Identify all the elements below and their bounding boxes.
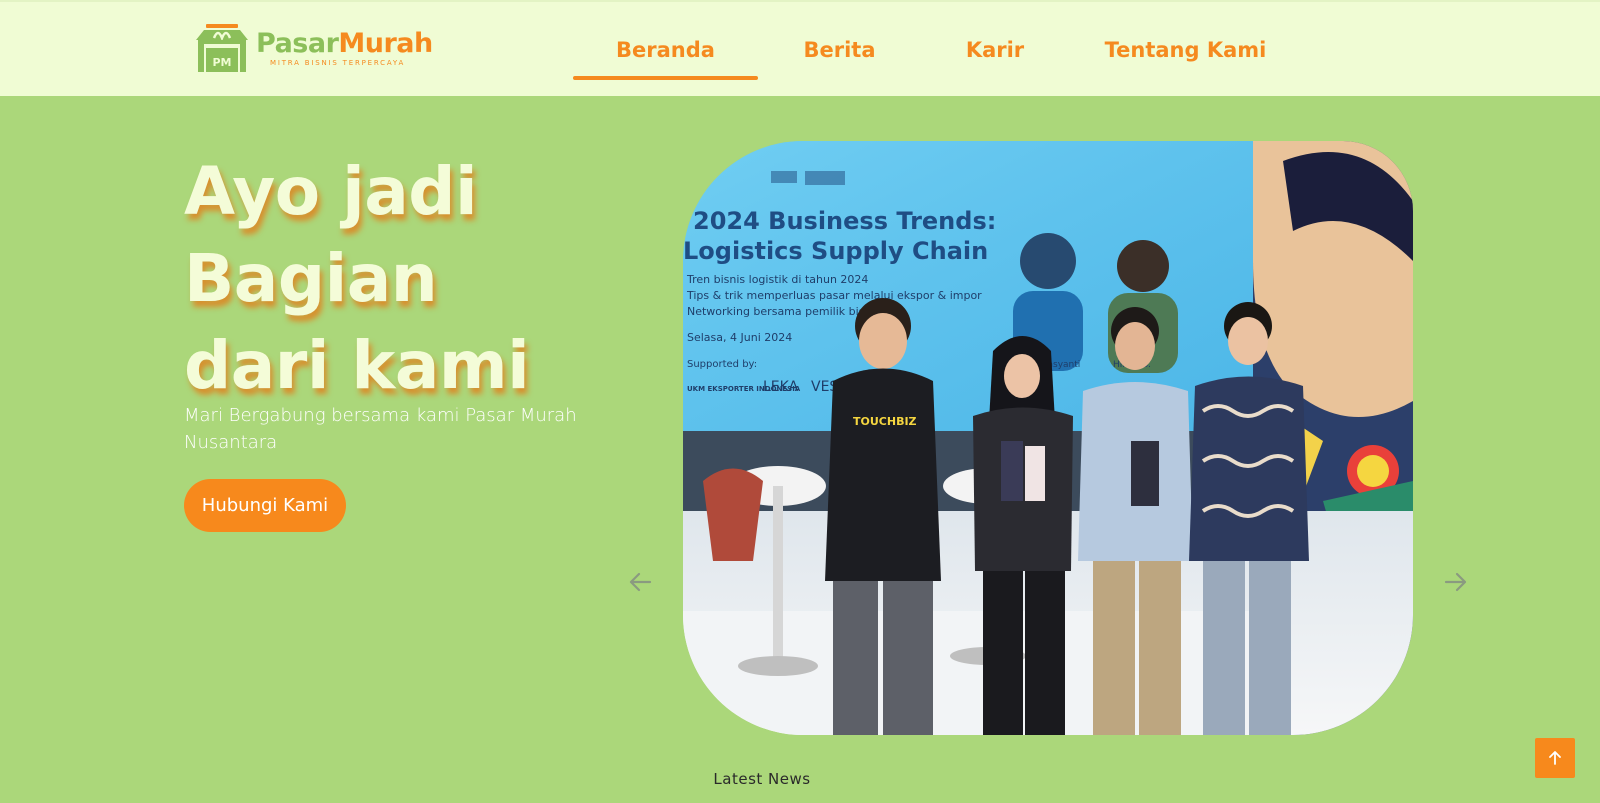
slide-bullet-1: Tren bisnis logistik di tahun 2024 [686,273,868,286]
hero-subtitle: Mari Bergabung bersama kami Pasar Murah … [184,405,577,453]
site-header: PM PasarMurah MITRA BISNIS TERPERCAYA Be… [0,0,1600,96]
nav-item-tentang-kami[interactable]: Tentang Kami [1069,2,1302,98]
nav-item-karir[interactable]: Karir [921,2,1069,98]
logo-initials: PM [212,56,231,69]
nav-item-beranda[interactable]: Beranda [573,2,758,98]
slide-shirt-text: TOUCHBIZ [853,415,917,428]
carousel-prev-arrow-icon[interactable] [625,567,655,597]
slide-screen-title-2: Logistics Supply Chain [683,237,988,265]
slide-date: Selasa, 4 Juni 2024 [687,331,792,344]
carousel-next-arrow-icon[interactable] [1441,567,1471,597]
back-to-top-button[interactable] [1535,738,1575,778]
slide-bullet-3: Networking bersama pemilik bisnis [687,305,880,318]
brand-name: PasarMurah [256,27,433,59]
contact-us-button[interactable]: Hubungi Kami [184,479,346,532]
arrow-up-icon [1549,751,1561,765]
hero-title: Ayo jadi Bagian dari kami [184,148,624,409]
latest-news-heading: Latest News [713,770,811,788]
logo[interactable]: PM PasarMurah MITRA BISNIS TERPERCAYA [192,24,433,72]
brand-name-part2: Murah [338,27,433,59]
slide-supported-by: Supported by: [687,359,757,370]
brand-tagline: MITRA BISNIS TERPERCAYA [270,58,406,67]
main-nav: Beranda Berita Karir Tentang Kami [573,2,1302,98]
hero-title-line-3: dari kami [184,327,530,404]
nav-item-berita[interactable]: Berita [758,2,921,98]
hero-title-line-1: Ayo jadi [184,153,478,230]
slide-screen-title-1: 2024 Business Trends: [693,207,996,235]
slide-bullet-2: Tips & trik memperluas pasar melalui eks… [686,289,982,302]
hero-title-line-2: Bagian [184,240,438,317]
slide-sponsor-2: LEKA [763,379,799,395]
carousel-slide-image: 2024 Business Trends: Logistics Supply C… [683,141,1413,735]
market-stall-logo-icon: PM [196,24,248,72]
brand-name-part1: Pasar [256,27,339,59]
